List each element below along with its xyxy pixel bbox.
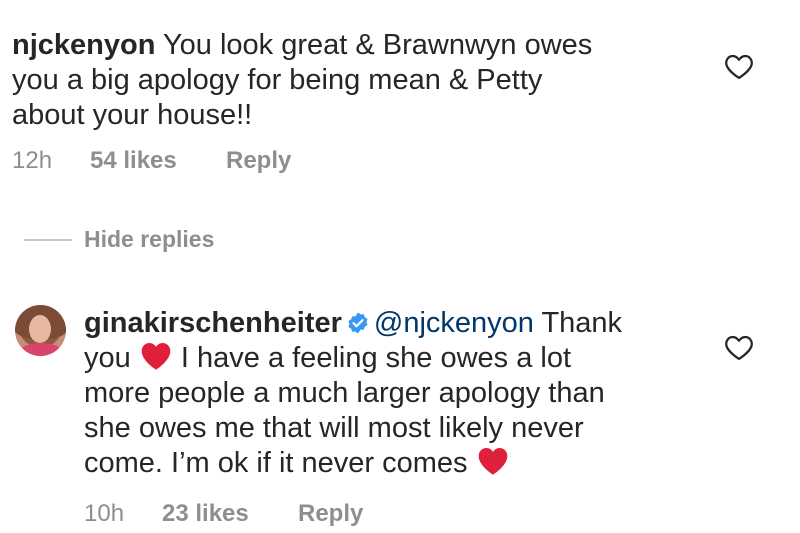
reply-likes-count[interactable]: 23 likes — [162, 500, 298, 528]
like-heart-icon[interactable] — [724, 52, 754, 80]
comment-username[interactable]: njckenyon — [12, 29, 155, 61]
reply-timestamp: 10h — [84, 500, 125, 527]
comment-text-line-3: about your house!! — [12, 99, 253, 131]
hide-replies-divider — [24, 238, 72, 241]
reply-text-line-1: Thank — [533, 307, 623, 339]
comment-likes-count[interactable]: 54 likes — [90, 147, 226, 175]
reply-text-line-3: more people a much larger apology than — [84, 377, 605, 409]
reply-text-line-2a: you — [84, 342, 131, 374]
comment-meta: 12h 54 likes Reply — [12, 147, 291, 175]
reply-username[interactable]: ginakirschenheiter — [84, 307, 342, 339]
reply-mention-link[interactable]: @njckenyon — [374, 307, 534, 339]
hide-replies-label[interactable]: Hide replies — [84, 226, 214, 253]
avatar[interactable] — [15, 305, 66, 356]
reply-reply-button[interactable]: Reply — [298, 500, 363, 528]
reply-text-line-4: she owes me that will most likely never — [84, 412, 584, 444]
comment-reply-button[interactable]: Reply — [226, 147, 291, 175]
comment-text-line-2: you a big apology for being mean & Petty — [12, 64, 543, 96]
verified-badge-icon — [346, 309, 370, 334]
reply-meta: 10h 23 likes Reply — [84, 500, 363, 528]
reply-body: ginakirschenheiter @njckenyon Thank you I… — [84, 306, 704, 481]
reply-text-line-5: come. I’m ok if it never comes — [84, 447, 468, 479]
red-heart-emoji-icon — [476, 446, 510, 476]
comment-body: njckenyon You look great & Brawnwyn owes… — [12, 28, 712, 133]
like-heart-icon[interactable] — [724, 333, 754, 361]
comment-timestamp: 12h — [12, 147, 53, 174]
reply-comment-ginakirschenheiter: ginakirschenheiter @njckenyon Thank you I… — [84, 306, 704, 481]
reply-text-line-2b: I have a feeling she owes a lot — [172, 342, 572, 374]
comment-njckenyon: njckenyon You look great & Brawnwyn owes… — [12, 28, 712, 133]
hide-replies-toggle[interactable]: Hide replies — [24, 226, 214, 253]
red-heart-emoji-icon — [139, 341, 173, 371]
comment-text-line-1: You look great & Brawnwyn owes — [155, 29, 593, 61]
